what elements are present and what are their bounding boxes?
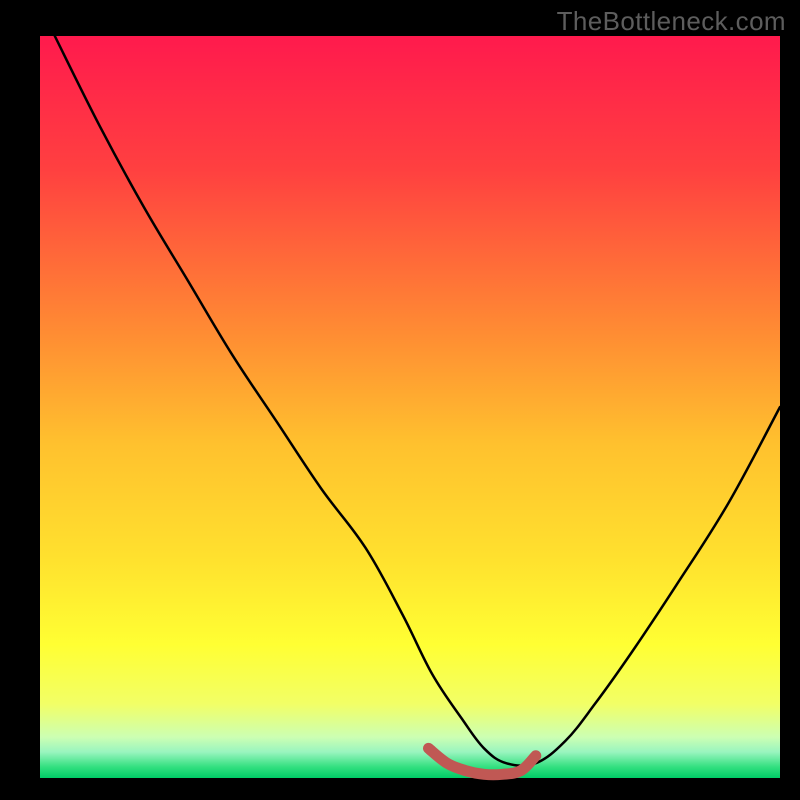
chart-frame: TheBottleneck.com <box>0 0 800 800</box>
watermark: TheBottleneck.com <box>557 6 786 37</box>
plot-area <box>40 36 780 778</box>
bottleneck-chart <box>0 0 800 800</box>
